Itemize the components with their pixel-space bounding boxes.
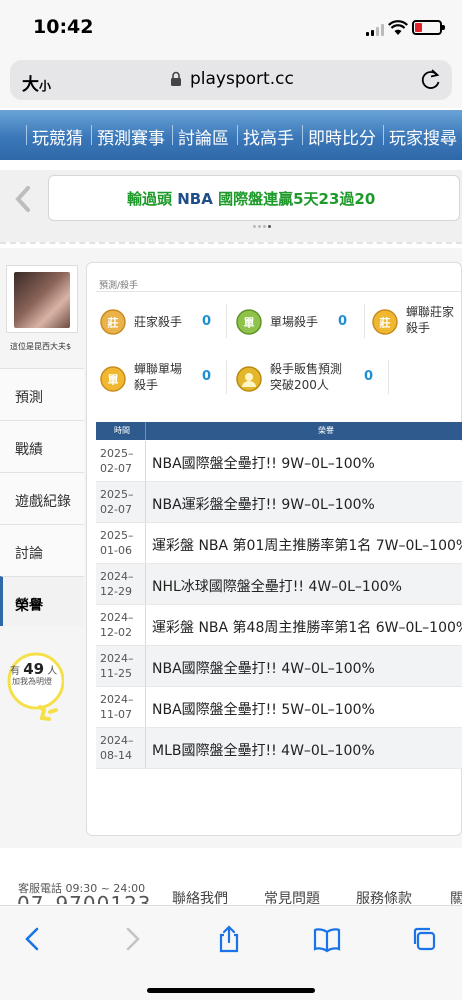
table-row: 2024– 12-29 NHL冰球國際盤全壘打!! 4W–0L–100% <box>96 564 462 605</box>
like-subtitle: 加我為明燈 <box>12 677 52 686</box>
breadcrumb: 預測/殺手 <box>99 281 139 291</box>
lock-icon <box>171 71 181 86</box>
honor-text: NHL冰球國際盤全壘打!! 4W–0L–100% <box>152 579 402 595</box>
table-row: 2025– 02-07 NBA運彩盤全壘打!! 9W–0L–100% <box>96 482 462 523</box>
url-field[interactable]: 大小 playsport.cc <box>10 60 452 100</box>
column-header-honor: 榮譽 <box>318 426 334 435</box>
honor-text: NBA國際盤全壘打!! 4W–0L–100% <box>152 661 375 677</box>
dan-icon: 單 <box>236 309 262 335</box>
carousel-dots <box>253 225 271 228</box>
reload-icon[interactable] <box>420 67 442 91</box>
zhuang-icon: 莊 <box>100 309 126 335</box>
text-size-button[interactable]: 大小 <box>22 70 51 95</box>
sales-icon <box>236 366 262 392</box>
nav-item-experts[interactable]: 找高手 <box>243 124 294 149</box>
chan-zhuang-icon: 莊 <box>372 309 398 335</box>
svg-text:莊: 莊 <box>379 316 391 330</box>
nav-item-forum[interactable]: 討論區 <box>178 124 229 149</box>
forward-icon[interactable] <box>117 924 147 954</box>
banner-league: NBA <box>177 190 213 208</box>
honor-text: MLB國際盤全壘打!! 4W–0L–100% <box>152 743 375 759</box>
bookmarks-icon[interactable] <box>312 924 342 954</box>
avatar[interactable] <box>14 272 70 328</box>
address-bar: 大小 playsport.cc <box>0 56 462 108</box>
banner-text: 國際盤連贏5天23過20 <box>218 190 376 208</box>
honor-text: NBA國際盤全壘打!! 9W–0L–100% <box>152 456 375 472</box>
svg-text:莊: 莊 <box>107 316 119 330</box>
divider <box>0 242 462 244</box>
badge-count: 0 <box>364 369 374 384</box>
site-nav: 玩競猜 預測賽事 討論區 找高手 即時比分 玩家搜尋 <box>0 110 462 160</box>
clock: 10:42 <box>33 16 94 38</box>
nav-item-livescore[interactable]: 即時比分 <box>308 124 376 149</box>
sidebar-item-predict[interactable]: 預測 <box>0 368 84 420</box>
honor-text: 運彩盤 NBA 第01周主推勝率第1名 7W–0L–100% <box>152 538 462 554</box>
tabs-icon[interactable] <box>410 924 440 954</box>
banner-prefix: 輸過頭 <box>127 190 173 208</box>
profile-card[interactable] <box>6 265 78 333</box>
sidebar-item-discuss[interactable]: 討論 <box>0 524 84 576</box>
table-row: 2025– 02-07 NBA國際盤全壘打!! 9W–0L–100% <box>96 441 462 482</box>
table-row: 2024– 08-14 MLB國際盤全壘打!! 4W–0L–100% <box>96 728 462 769</box>
sidebar-item-record[interactable]: 戰績 <box>0 420 84 472</box>
column-header-time: 時間 <box>114 426 130 435</box>
nav-item-predict[interactable]: 預測賽事 <box>97 124 165 149</box>
profile-name: 這位是昆西大夫$ <box>10 342 72 351</box>
browser-toolbar <box>0 905 462 1000</box>
back-icon[interactable] <box>18 924 48 954</box>
service-phone[interactable]: 07–9700123 <box>17 892 152 904</box>
banner-carousel: 輸過頭 NBA 國際盤連贏5天23過20 <box>0 170 462 242</box>
status-bar: 10:42 <box>0 0 462 56</box>
nav-item-search-player[interactable]: 玩家搜尋 <box>389 124 457 149</box>
badge-count: 0 <box>202 369 212 384</box>
sidebar-item-honor[interactable]: 榮譽 <box>0 576 84 626</box>
svg-text:單: 單 <box>244 317 255 330</box>
signal-icon <box>366 24 384 36</box>
wifi-icon <box>388 20 408 35</box>
honor-text: NBA國際盤全壘打!! 5W–0L–100% <box>152 702 375 718</box>
chevron-left-icon[interactable] <box>12 184 34 214</box>
table-row: 2024– 11-07 NBA國際盤全壘打!! 5W–0L–100% <box>96 687 462 728</box>
nav-item-play[interactable]: 玩競猜 <box>32 124 83 149</box>
honor-text: 運彩盤 NBA 第48周主推勝率第1名 6W–0L–100% <box>152 620 462 636</box>
badge-count: 0 <box>202 314 212 329</box>
svg-text:單: 單 <box>108 374 119 387</box>
sidebar-item-game-log[interactable]: 遊戲紀錄 <box>0 472 84 524</box>
home-indicator <box>147 988 315 993</box>
honor-text: NBA運彩盤全壘打!! 9W–0L–100% <box>152 497 375 513</box>
table-row: 2024– 12-02 運彩盤 NBA 第48周主推勝率第1名 6W–0L–100… <box>96 605 462 646</box>
chan-dan-icon: 單 <box>100 366 126 392</box>
share-icon[interactable] <box>214 924 244 954</box>
table-row: 2025– 01-06 運彩盤 NBA 第01周主推勝率第1名 7W–0L–100… <box>96 523 462 564</box>
url-text: playsport.cc <box>190 69 294 89</box>
honor-table-header: 時間 榮譽 <box>96 422 462 440</box>
promo-banner[interactable]: 輸過頭 NBA 國際盤連贏5天23過20 <box>48 175 460 221</box>
table-row: 2024– 11-25 NBA國際盤全壘打!! 4W–0L–100% <box>96 646 462 687</box>
battery-icon <box>412 20 445 35</box>
badge-count: 0 <box>338 314 348 329</box>
